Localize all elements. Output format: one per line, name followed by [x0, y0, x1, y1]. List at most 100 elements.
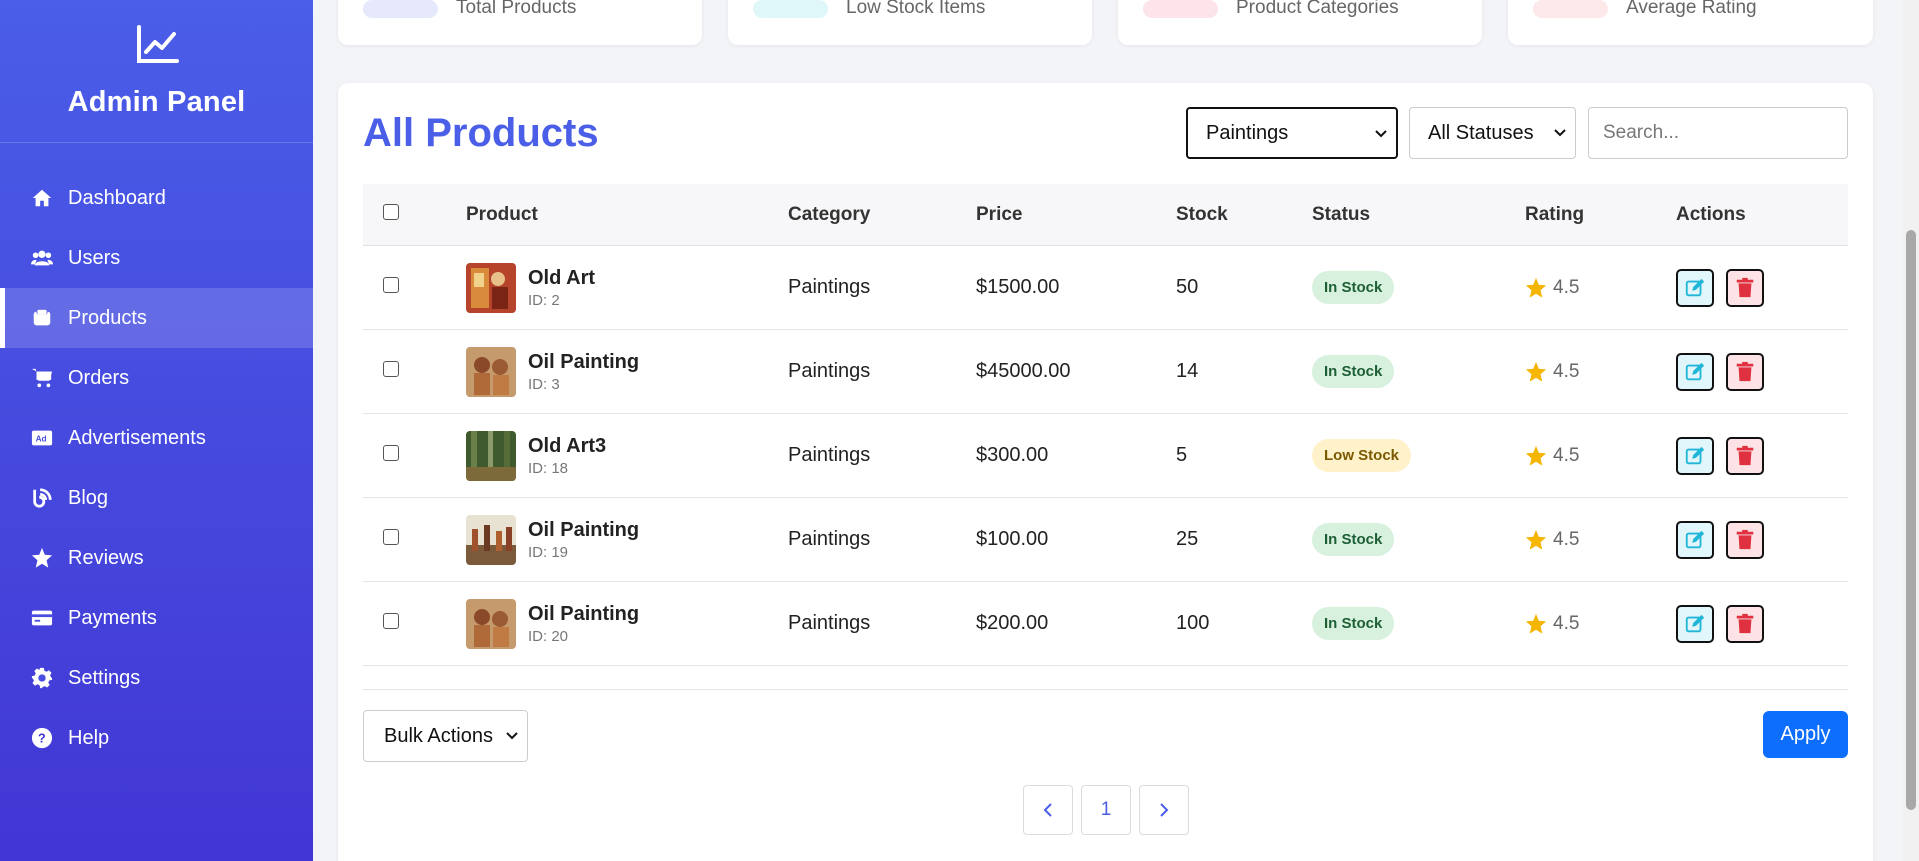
blog-icon — [30, 486, 54, 510]
sidebar-item-payments[interactable]: Payments — [0, 588, 313, 648]
star-icon — [1525, 445, 1547, 466]
search-input[interactable] — [1588, 107, 1848, 159]
rating-value: 4.5 — [1553, 360, 1580, 382]
product-name[interactable]: Oil Painting — [528, 602, 639, 626]
sidebar-item-label: Help — [68, 726, 110, 749]
sidebar-item-dashboard[interactable]: Dashboard — [0, 168, 313, 228]
row-checkbox[interactable] — [383, 613, 399, 629]
edit-button[interactable] — [1676, 352, 1714, 391]
delete-button[interactable] — [1726, 520, 1764, 559]
status-badge: Low Stock — [1312, 439, 1412, 472]
rating-value: 4.5 — [1553, 528, 1580, 550]
stat-card-categories: Product Categories — [1118, 0, 1482, 45]
stat-label: Average Rating — [1626, 0, 1757, 18]
product-id: ID: 20 — [528, 628, 569, 645]
next-page-button[interactable] — [1139, 785, 1189, 835]
sidebar-item-advertisements[interactable]: Ad Advertisements — [0, 408, 313, 468]
product-price: $1500.00 — [976, 276, 1060, 298]
rating-value: 4.5 — [1553, 276, 1580, 298]
category-filter-select[interactable]: Paintings — [1186, 107, 1398, 159]
row-checkbox[interactable] — [383, 361, 399, 377]
select-all-checkbox[interactable] — [383, 203, 399, 220]
sidebar-item-label: Dashboard — [68, 186, 166, 209]
column-header: Price — [976, 203, 1023, 225]
product-category: Paintings — [788, 276, 871, 298]
ad-icon: Ad — [30, 426, 54, 450]
stat-icon — [1143, 0, 1218, 18]
apply-button[interactable]: Apply — [1763, 711, 1848, 758]
gear-icon — [30, 666, 54, 690]
sidebar-item-settings[interactable]: Settings — [0, 648, 313, 708]
product-thumbnail — [466, 430, 516, 481]
sidebar-item-users[interactable]: Users — [0, 228, 313, 288]
delete-button[interactable] — [1726, 352, 1764, 391]
product-category: Paintings — [788, 612, 871, 634]
column-header: Status — [1312, 203, 1371, 225]
product-thumbnail — [466, 346, 516, 397]
product-name[interactable]: Oil Painting — [528, 518, 639, 542]
sidebar-item-label: Blog — [68, 486, 109, 509]
stat-label: Total Products — [456, 0, 577, 18]
product-stock: 50 — [1176, 276, 1199, 298]
chevron-down-icon — [1375, 130, 1387, 138]
status-badge: In Stock — [1312, 271, 1395, 304]
row-checkbox[interactable] — [383, 277, 399, 293]
table-row: Oil Painting ID: 20 Paintings $200.00 10… — [363, 582, 1848, 666]
delete-button[interactable] — [1726, 604, 1764, 643]
cart-icon — [30, 366, 54, 390]
product-stock: 14 — [1176, 360, 1199, 382]
delete-button[interactable] — [1726, 436, 1764, 475]
chevron-left-icon — [1043, 803, 1052, 817]
star-icon — [1525, 277, 1547, 298]
category-filter-value: Paintings — [1206, 121, 1289, 144]
sidebar-item-products[interactable]: Products — [0, 288, 313, 348]
prev-page-button[interactable] — [1023, 785, 1073, 835]
row-checkbox[interactable] — [383, 529, 399, 545]
edit-button[interactable] — [1676, 268, 1714, 307]
sidebar-nav: Dashboard Users Products Orders Ad Adver… — [0, 168, 313, 768]
page-scrollbar[interactable] — [1903, 0, 1919, 861]
edit-button[interactable] — [1676, 604, 1714, 643]
status-filter-select[interactable]: All Statuses — [1409, 107, 1576, 159]
row-checkbox[interactable] — [383, 445, 399, 461]
question-icon: ? — [30, 726, 54, 750]
star-icon — [1525, 361, 1547, 382]
delete-button[interactable] — [1726, 268, 1764, 307]
page-title: All Products — [363, 111, 599, 155]
product-stock: 100 — [1176, 612, 1210, 634]
product-name[interactable]: Old Art3 — [528, 434, 606, 458]
chevron-right-icon — [1160, 803, 1169, 817]
table-header: Product Category Price Stock Status Rati… — [363, 184, 1848, 246]
sidebar-item-reviews[interactable]: Reviews — [0, 528, 313, 588]
sidebar-item-label: Reviews — [68, 546, 144, 569]
sidebar-item-label: Advertisements — [68, 426, 206, 449]
sidebar-item-orders[interactable]: Orders — [0, 348, 313, 408]
trash-icon — [1736, 361, 1754, 381]
edit-button[interactable] — [1676, 520, 1714, 559]
bulk-actions-select[interactable]: Bulk Actions — [363, 710, 528, 762]
product-name[interactable]: Old Art — [528, 266, 595, 290]
product-stock: 5 — [1176, 444, 1188, 466]
status-badge: In Stock — [1312, 607, 1395, 640]
product-id: ID: 3 — [528, 376, 560, 393]
scrollbar-thumb[interactable] — [1906, 230, 1916, 810]
product-category: Paintings — [788, 528, 871, 550]
svg-text:Ad: Ad — [36, 435, 47, 444]
product-name[interactable]: Oil Painting — [528, 350, 639, 374]
trash-icon — [1736, 277, 1754, 297]
column-header: Product — [466, 203, 538, 225]
sidebar-item-help[interactable]: ? Help — [0, 708, 313, 768]
edit-icon — [1685, 530, 1705, 548]
divider — [363, 689, 1848, 690]
products-table: Product Category Price Stock Status Rati… — [363, 184, 1848, 666]
table-row: Old Art ID: 2 Paintings $1500.00 50 In S… — [363, 246, 1848, 330]
sidebar: Admin Panel Dashboard Users Products Ord… — [0, 0, 313, 861]
star-icon — [1525, 529, 1547, 550]
edit-button[interactable] — [1676, 436, 1714, 475]
product-price: $100.00 — [976, 528, 1049, 550]
brand-title: Admin Panel — [67, 86, 246, 118]
edit-icon — [1685, 614, 1705, 632]
page-number-button[interactable]: 1 — [1081, 785, 1131, 835]
edit-icon — [1685, 362, 1705, 380]
sidebar-item-blog[interactable]: Blog — [0, 468, 313, 528]
